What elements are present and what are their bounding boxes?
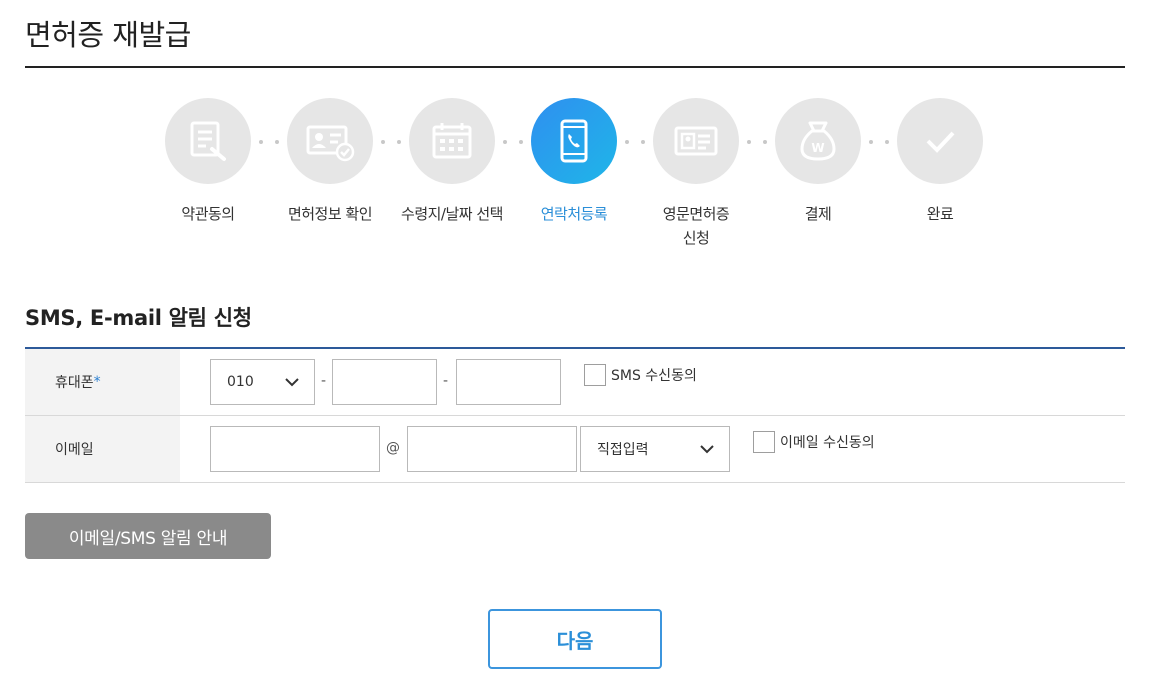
next-button[interactable]: 다음: [488, 609, 662, 669]
svg-text:W: W: [811, 141, 824, 155]
step-contact-registration[interactable]: 연락처등록: [509, 98, 639, 226]
phone-label-text: 휴대폰: [55, 375, 94, 391]
chevron-down-icon: [700, 445, 714, 454]
smartphone-icon: [560, 119, 588, 163]
step-label: 연락처등록: [540, 205, 608, 223]
page-title: 면허증 재발급: [25, 18, 191, 52]
step-circle: [897, 98, 983, 184]
step-circle: [409, 98, 495, 184]
email-consent-label: 이메일 수신동의: [780, 435, 875, 451]
phone-prefix-select[interactable]: 010: [210, 359, 315, 405]
phone-middle-field[interactable]: [333, 360, 436, 404]
email-domain-field[interactable]: [408, 427, 576, 471]
sms-consent-label: SMS 수신동의: [611, 368, 697, 384]
step-label: 면허정보 확인: [287, 205, 373, 223]
email-id-field[interactable]: [211, 427, 379, 471]
step-english-license[interactable]: 영문면허증 신청: [631, 98, 761, 250]
calendar-icon: [432, 123, 472, 159]
id-card-icon: [674, 126, 718, 156]
step-circle: [653, 98, 739, 184]
title-divider: [25, 66, 1125, 68]
id-card-check-icon: [306, 125, 355, 162]
contact-form-table: 휴대폰 * 010 - - SMS 수신동의 이메일 @ 직접입력 이메일 수신…: [25, 347, 1125, 483]
step-circle: [531, 98, 617, 184]
phone-last-input[interactable]: [456, 359, 561, 405]
email-domain-input[interactable]: [407, 426, 577, 472]
step-label: 완료: [926, 205, 954, 223]
step-payment[interactable]: W 결제: [753, 98, 883, 226]
phone-separator: -: [443, 373, 449, 389]
checkbox-square[interactable]: [753, 431, 775, 453]
step-label: 영문면허증 신청: [662, 205, 730, 247]
email-at-sign: @: [386, 440, 400, 456]
step-pickup-date[interactable]: 수령지/날짜 선택: [387, 98, 517, 226]
phone-row: 휴대폰 * 010 - - SMS 수신동의: [25, 349, 1125, 416]
email-consent-checkbox[interactable]: 이메일 수신동의: [753, 431, 875, 453]
step-complete[interactable]: 완료: [875, 98, 1005, 226]
money-bag-icon: W: [800, 121, 836, 161]
step-label: 수령지/날짜 선택: [401, 205, 503, 223]
chevron-down-icon: [285, 378, 299, 387]
phone-prefix-value: 010: [227, 374, 254, 390]
required-mark: *: [93, 374, 101, 390]
step-circle: [165, 98, 251, 184]
phone-middle-input[interactable]: [332, 359, 437, 405]
progress-steps: 약관동의 면허정보 확인 수령지/날짜 선택 연락처등록 영문면허증 신청 W …: [0, 98, 1149, 258]
step-label: 결제: [804, 205, 832, 223]
step-terms-agreement[interactable]: 약관동의: [143, 98, 273, 226]
phone-separator: -: [321, 373, 327, 389]
step-label: 약관동의: [181, 205, 235, 223]
document-pen-icon: [190, 121, 226, 161]
email-sms-guide-button[interactable]: 이메일/SMS 알림 안내: [25, 513, 271, 559]
email-domain-select[interactable]: 직접입력: [580, 426, 730, 472]
step-circle: W: [775, 98, 861, 184]
email-domain-select-value: 직접입력: [597, 442, 649, 458]
checkmark-icon: [926, 131, 955, 153]
email-label: 이메일: [25, 416, 180, 482]
phone-label: 휴대폰 *: [25, 349, 180, 415]
section-title: SMS, E-mail 알림 신청: [25, 306, 252, 330]
step-license-info[interactable]: 면허정보 확인: [265, 98, 395, 226]
sms-consent-checkbox[interactable]: SMS 수신동의: [584, 364, 697, 386]
step-circle: [287, 98, 373, 184]
checkbox-square[interactable]: [584, 364, 606, 386]
email-id-input[interactable]: [210, 426, 380, 472]
email-row: 이메일 @ 직접입력 이메일 수신동의: [25, 416, 1125, 483]
phone-last-field[interactable]: [457, 360, 560, 404]
